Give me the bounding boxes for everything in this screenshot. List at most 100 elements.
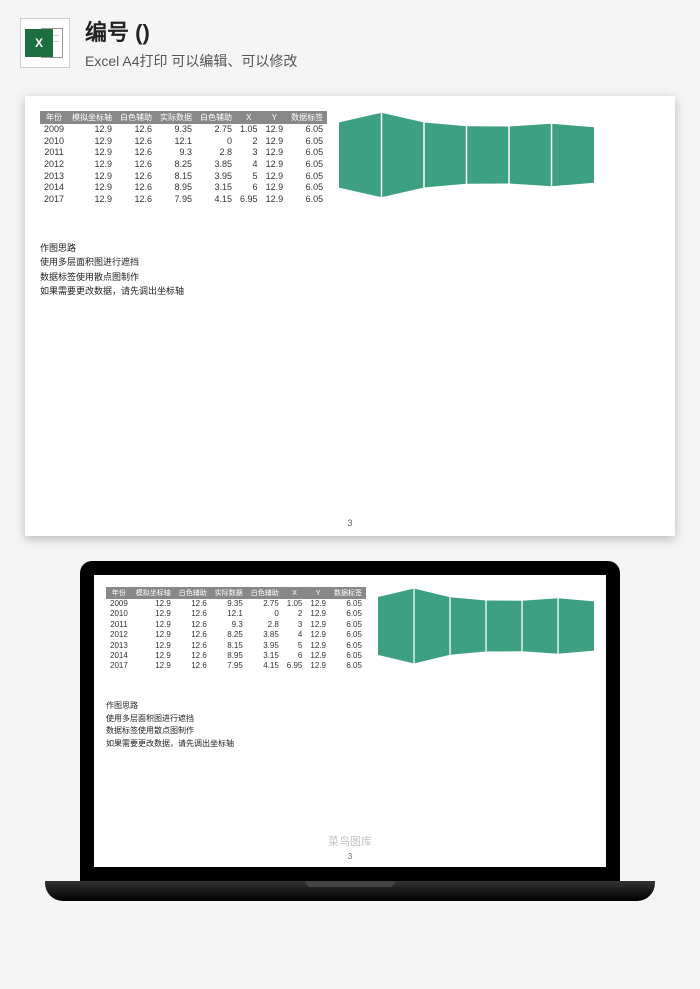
table-cell: 3.15: [247, 651, 283, 661]
table-header-cell: 白色辅助: [196, 111, 236, 124]
table-cell: 3: [283, 620, 307, 630]
table-cell: 12.9: [68, 159, 116, 171]
table-row: 201012.912.612.10212.96.05: [40, 136, 327, 148]
table-cell: 12.9: [132, 641, 175, 651]
page-title: 编号 (): [85, 15, 297, 47]
table-cell: 6.05: [287, 171, 327, 183]
table-cell: 6.95: [283, 661, 307, 671]
table-cell: 12.6: [175, 630, 211, 640]
table-cell: 6.05: [330, 609, 366, 619]
table-cell: 12.9: [262, 182, 288, 194]
table-header-cell: X: [236, 111, 262, 124]
table-cell: 2009: [40, 124, 68, 136]
table-cell: 9.35: [211, 599, 247, 609]
table-cell: 12.9: [68, 124, 116, 136]
table-cell: 12.9: [132, 661, 175, 671]
excel-file-icon: X: [20, 18, 70, 68]
table-header-cell: 模拟坐标轴: [68, 111, 116, 124]
table-cell: 12.9: [68, 171, 116, 183]
table-cell: 6.05: [287, 136, 327, 148]
table-cell: 12.9: [306, 641, 330, 651]
table-cell: 12.6: [116, 136, 156, 148]
notes-block-laptop: 作图思路 使用多层面积图进行遮挡 数据标签使用散点图制作 如果需要更改数据，请先…: [106, 700, 594, 751]
table-cell: 2011: [106, 620, 132, 630]
table-header-cell: 实际数据: [211, 587, 247, 599]
table-cell: 5: [236, 171, 262, 183]
table-header-cell: 数据标签: [330, 587, 366, 599]
table-cell: 12.9: [68, 182, 116, 194]
table-cell: 2017: [40, 194, 68, 206]
table-cell: 12.1: [211, 609, 247, 619]
table-cell: 2011: [40, 147, 68, 159]
note-line: 使用多层面积图进行遮挡: [106, 713, 594, 726]
laptop-mockup: 年份模拟坐标轴白色辅助实际数据白色辅助XY数据标签 200912.912.69.…: [80, 561, 620, 901]
table-cell: 12.9: [132, 609, 175, 619]
table-cell: 3.15: [196, 182, 236, 194]
table-cell: 2017: [106, 661, 132, 671]
table-header-cell: X: [283, 587, 307, 599]
table-cell: 12.9: [306, 630, 330, 640]
table-row: 201212.912.68.253.85412.96.05: [106, 630, 366, 640]
table-cell: 6.05: [330, 599, 366, 609]
table-cell: 12.9: [132, 630, 175, 640]
table-cell: 2: [236, 136, 262, 148]
table-cell: 12.9: [68, 147, 116, 159]
header: X 编号 () Excel A4打印 可以编辑、可以修改: [0, 0, 700, 86]
page-subtitle: Excel A4打印 可以编辑、可以修改: [85, 51, 297, 71]
table-cell: 3.85: [247, 630, 283, 640]
note-line: 作图思路: [106, 700, 594, 713]
table-cell: 7.95: [211, 661, 247, 671]
table-header-cell: 白色辅助: [116, 111, 156, 124]
table-row: 200912.912.69.352.751.0512.96.05: [106, 599, 366, 609]
table-cell: 12.9: [306, 661, 330, 671]
table-cell: 8.25: [156, 159, 196, 171]
table-cell: 2010: [40, 136, 68, 148]
table-cell: 8.25: [211, 630, 247, 640]
table-cell: 6.05: [330, 661, 366, 671]
table-cell: 0: [196, 136, 236, 148]
table-header-cell: 年份: [40, 111, 68, 124]
funnel-chart-laptop: [378, 587, 594, 665]
table-cell: 6: [283, 651, 307, 661]
table-cell: 1.05: [283, 599, 307, 609]
table-cell: 1.05: [236, 124, 262, 136]
table-cell: 9.3: [156, 147, 196, 159]
table-cell: 5: [283, 641, 307, 651]
table-row: 201112.912.69.32.8312.96.05: [106, 620, 366, 630]
table-header-cell: 模拟坐标轴: [132, 587, 175, 599]
table-row: 200912.912.69.352.751.0512.96.05: [40, 124, 327, 136]
page-number-laptop: 3: [348, 852, 352, 861]
table-cell: 12.9: [68, 194, 116, 206]
table-cell: 12.9: [132, 599, 175, 609]
table-cell: 12.6: [116, 194, 156, 206]
table-header-cell: Y: [262, 111, 288, 124]
table-cell: 2013: [40, 171, 68, 183]
table-cell: 12.6: [175, 599, 211, 609]
table-cell: 12.9: [306, 599, 330, 609]
table-cell: 12.6: [175, 651, 211, 661]
table-cell: 2: [283, 609, 307, 619]
table-row: 201712.912.67.954.156.9512.96.05: [40, 194, 327, 206]
table-cell: 12.9: [306, 620, 330, 630]
laptop-base: [45, 881, 655, 901]
table-cell: 7.95: [156, 194, 196, 206]
table-cell: 12.6: [116, 182, 156, 194]
table-cell: 8.15: [211, 641, 247, 651]
table-row: 201412.912.68.953.15612.96.05: [40, 182, 327, 194]
table-cell: 3.85: [196, 159, 236, 171]
table-cell: 12.9: [262, 147, 288, 159]
table-cell: 12.6: [175, 641, 211, 651]
table-cell: 4.15: [196, 194, 236, 206]
table-cell: 8.95: [156, 182, 196, 194]
table-cell: 12.9: [262, 136, 288, 148]
table-cell: 12.6: [116, 171, 156, 183]
table-cell: 9.3: [211, 620, 247, 630]
table-row: 201312.912.68.153.95512.96.05: [106, 641, 366, 651]
table-row: 201212.912.68.253.85412.96.05: [40, 159, 327, 171]
note-line: 作图思路: [40, 241, 660, 255]
table-cell: 12.6: [175, 620, 211, 630]
table-cell: 12.9: [262, 171, 288, 183]
table-cell: 2014: [40, 182, 68, 194]
table-cell: 2010: [106, 609, 132, 619]
table-cell: 2.8: [196, 147, 236, 159]
